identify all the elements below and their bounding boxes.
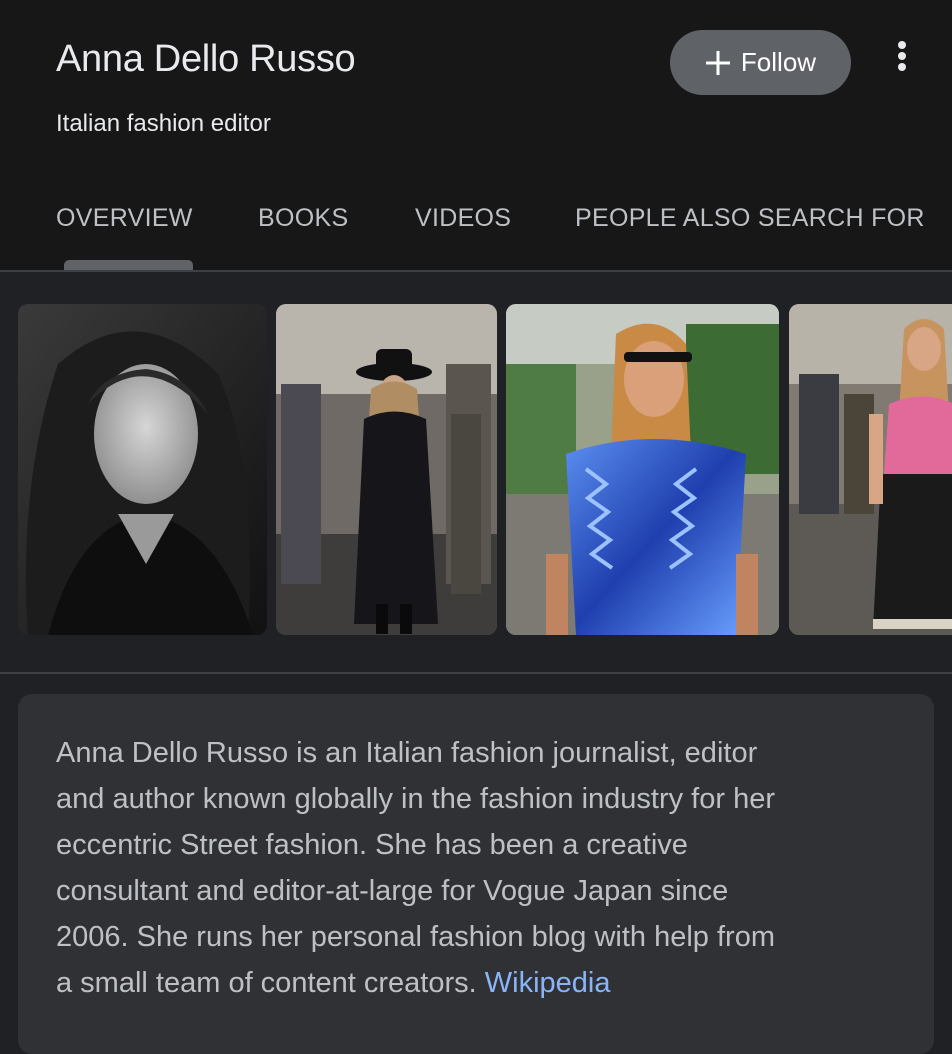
description-text: Anna Dello Russo is an Italian fashion j… — [56, 730, 916, 1006]
image-carousel[interactable] — [0, 272, 952, 672]
more-options-button[interactable] — [884, 36, 920, 76]
tab-overview[interactable]: OVERVIEW — [56, 204, 193, 233]
knowledge-panel-header: Anna Dello Russo Italian fashion editor … — [0, 0, 952, 272]
tab-bar: OVERVIEW BOOKS VIDEOS PEOPLE ALSO SEARCH… — [0, 190, 952, 270]
description-line-last: a small team of content creators. Wikipe… — [56, 960, 916, 1006]
image-thumbnail[interactable] — [789, 304, 952, 635]
tab-videos[interactable]: VIDEOS — [415, 204, 511, 233]
plus-icon — [705, 50, 731, 76]
tab-people-also-search-for[interactable]: PEOPLE ALSO SEARCH FOR — [575, 204, 925, 233]
description-line: and author known globally in the fashion… — [56, 783, 775, 815]
more-vert-icon — [898, 41, 906, 71]
image-thumbnail[interactable] — [506, 304, 779, 635]
description-line: Anna Dello Russo is an Italian fashion j… — [56, 737, 758, 769]
entity-subtitle: Italian fashion editor — [56, 110, 271, 137]
tab-books[interactable]: BOOKS — [258, 204, 348, 233]
description-line-text: a small team of content creators. — [56, 967, 477, 999]
description-line: 2006. She runs her personal fashion blog… — [56, 921, 775, 953]
follow-label: Follow — [740, 47, 817, 77]
image-thumbnail[interactable] — [18, 304, 267, 635]
portrait-image — [18, 304, 267, 635]
selected-tab-indicator — [64, 260, 193, 270]
blue-ruffle-image — [506, 304, 779, 635]
wikipedia-link[interactable]: Wikipedia — [485, 967, 611, 999]
pink-top-image — [789, 304, 952, 635]
description-card: Anna Dello Russo is an Italian fashion j… — [18, 694, 934, 1054]
section-divider — [0, 672, 952, 674]
entity-title: Anna Dello Russo — [56, 38, 356, 80]
description-line: eccentric Street fashion. She has been a… — [56, 829, 688, 861]
follow-button[interactable]: Follow — [670, 30, 851, 95]
image-thumbnail[interactable] — [276, 304, 497, 635]
description-line: consultant and editor-at-large for Vogue… — [56, 875, 729, 907]
street-image — [276, 304, 497, 635]
